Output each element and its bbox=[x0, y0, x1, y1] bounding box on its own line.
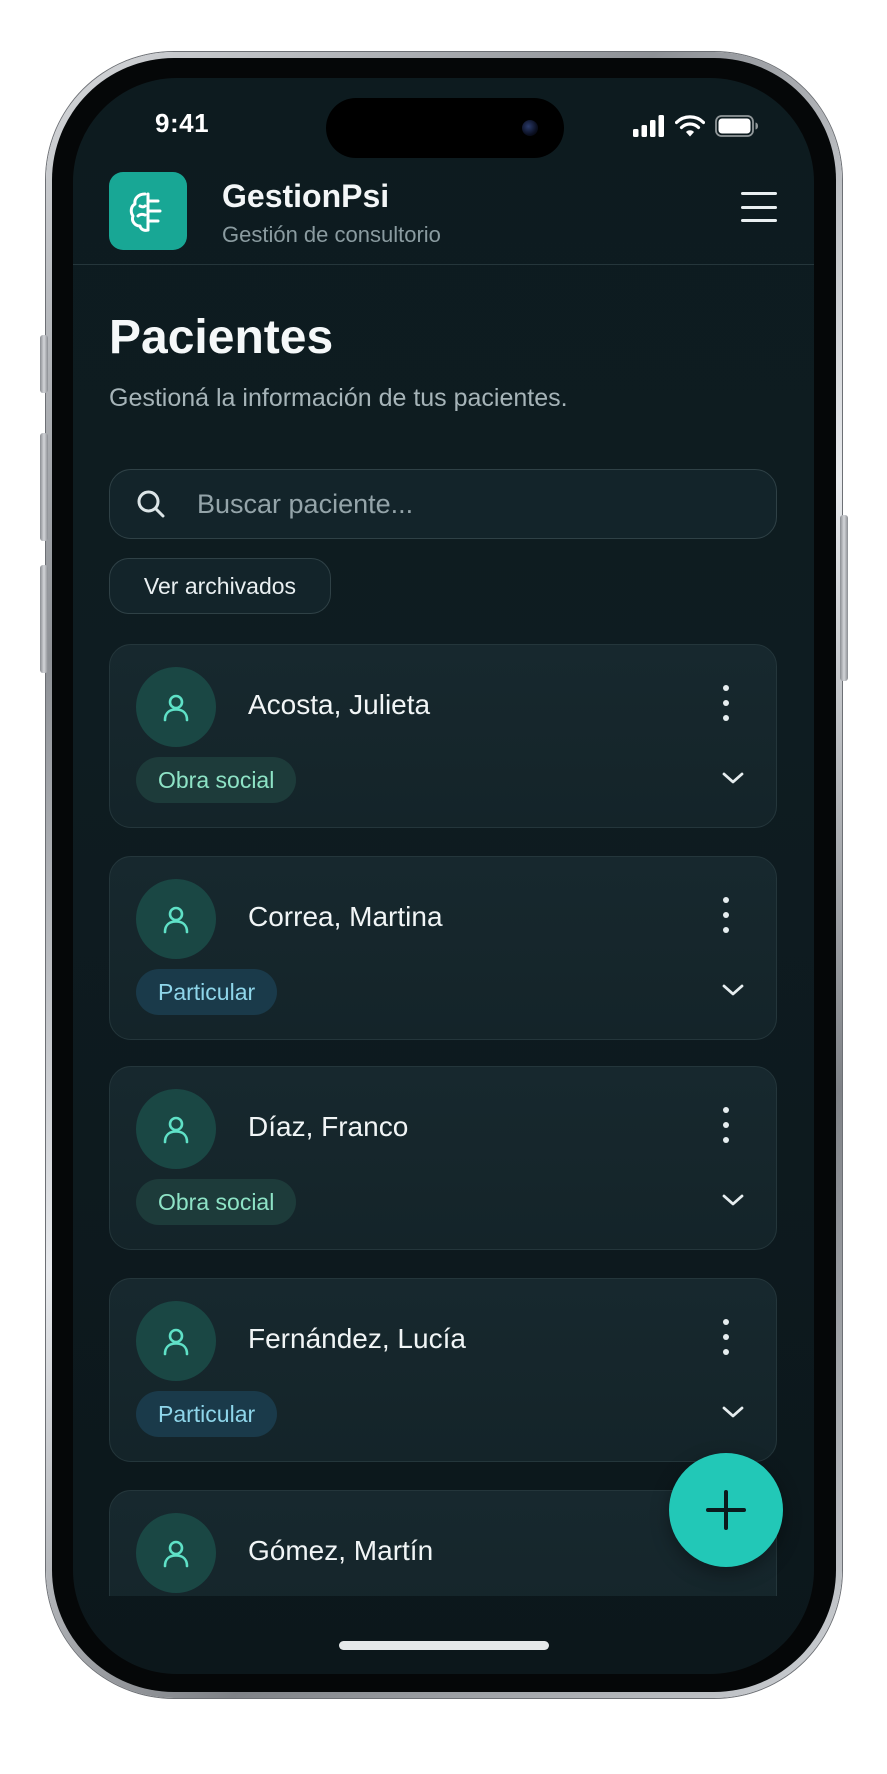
avatar bbox=[136, 879, 216, 959]
chevron-down-icon[interactable] bbox=[722, 771, 744, 785]
user-icon bbox=[163, 694, 189, 722]
app-logo bbox=[109, 172, 187, 250]
chevron-down-icon[interactable] bbox=[722, 1193, 744, 1207]
search-input[interactable] bbox=[195, 470, 759, 539]
user-icon bbox=[163, 1328, 189, 1356]
home-indicator bbox=[339, 1641, 549, 1650]
coverage-tag: Obra social bbox=[136, 757, 297, 803]
avatar bbox=[136, 667, 216, 747]
menu-line bbox=[741, 192, 777, 195]
plus-icon bbox=[706, 1490, 746, 1530]
chevron-down-icon[interactable] bbox=[722, 983, 744, 997]
page-title: Pacientes bbox=[109, 311, 334, 364]
coverage-tag: Particular bbox=[136, 1391, 278, 1437]
coverage-tag: Obra social bbox=[136, 1179, 297, 1225]
menu-line bbox=[741, 219, 777, 222]
front-camera bbox=[522, 120, 538, 136]
cellular-signal-icon bbox=[633, 115, 664, 137]
coverage-tag: Particular bbox=[136, 969, 278, 1015]
action-button bbox=[40, 335, 48, 393]
more-vertical-icon[interactable] bbox=[716, 897, 736, 933]
add-patient-button[interactable] bbox=[669, 1453, 783, 1567]
dynamic-island bbox=[326, 98, 564, 158]
patient-card[interactable]: Correa, Martina Particular bbox=[109, 856, 777, 1040]
menu-line bbox=[741, 205, 777, 209]
archived-button[interactable]: Ver archivados bbox=[109, 558, 331, 614]
patient-card[interactable]: Acosta, Julieta Obra social bbox=[109, 644, 777, 828]
more-vertical-icon[interactable] bbox=[716, 685, 736, 721]
patient-list: Acosta, Julieta Obra social Correa, Mart… bbox=[109, 644, 777, 1596]
more-vertical-icon[interactable] bbox=[716, 1319, 736, 1355]
patient-name: Fernández, Lucía bbox=[248, 1323, 466, 1354]
battery-icon bbox=[715, 115, 758, 137]
patient-card[interactable]: Díaz, Franco Obra social bbox=[109, 1066, 777, 1250]
app-header: GestionPsi Gestión de consultorio bbox=[73, 170, 814, 265]
hamburger-menu-icon[interactable] bbox=[741, 192, 777, 222]
page-subtitle: Gestioná la información de tus pacientes… bbox=[109, 384, 568, 412]
app-title: GestionPsi bbox=[222, 178, 390, 214]
patient-card[interactable]: Fernández, Lucía Particular bbox=[109, 1278, 777, 1462]
avatar bbox=[136, 1301, 216, 1381]
search-icon bbox=[137, 490, 165, 518]
brain-icon bbox=[129, 192, 162, 232]
status-time: 9:41 bbox=[155, 108, 210, 138]
patient-name: Gómez, Martín bbox=[248, 1535, 434, 1566]
power-button bbox=[840, 515, 848, 681]
avatar bbox=[136, 1513, 216, 1593]
more-vertical-icon[interactable] bbox=[716, 1107, 736, 1143]
user-icon bbox=[163, 1540, 189, 1568]
wifi-icon bbox=[675, 115, 705, 137]
patient-name: Acosta, Julieta bbox=[248, 689, 431, 720]
status-icons bbox=[633, 114, 759, 138]
avatar bbox=[136, 1089, 216, 1169]
volume-down-button bbox=[40, 565, 48, 673]
user-icon bbox=[163, 1116, 189, 1144]
chevron-down-icon[interactable] bbox=[722, 1405, 744, 1419]
app-screen: 9:41 GestionPsi Gestión de consultorio P… bbox=[73, 78, 814, 1674]
app-subtitle: Gestión de consultorio bbox=[222, 222, 441, 247]
patient-name: Correa, Martina bbox=[248, 901, 443, 932]
search-box[interactable] bbox=[109, 469, 777, 539]
volume-up-button bbox=[40, 433, 48, 541]
patient-name: Díaz, Franco bbox=[248, 1111, 409, 1142]
user-icon bbox=[163, 906, 189, 934]
